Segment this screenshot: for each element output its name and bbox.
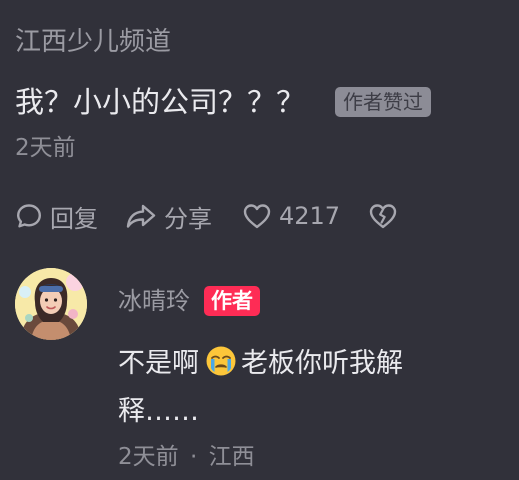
reply-text: 不是啊 老板你听我解释…… (118, 340, 473, 436)
comment-timestamp: 2天前 (15, 135, 76, 161)
speech-bubble-icon (15, 202, 43, 230)
author-badge: 作者 (204, 286, 260, 316)
dislike-button[interactable] (368, 202, 398, 230)
share-label: 分享 (164, 204, 212, 233)
comment-actions: 回复 分享 4217 (15, 196, 398, 236)
crying-face-icon (205, 345, 237, 377)
reply-avatar[interactable] (15, 268, 87, 340)
broken-heart-icon (368, 202, 398, 230)
comment-text: 我？小小的公司？？？ (15, 85, 306, 119)
reply-text-start: 不是啊 (118, 348, 199, 379)
share-arrow-icon (125, 202, 157, 230)
reply-meta: 2天前 · 江西 (118, 441, 255, 473)
reply-location: 江西 (208, 444, 255, 470)
author-liked-badge: 作者赞过 (335, 87, 432, 117)
comment-username[interactable]: 江西少儿频道 (15, 24, 171, 60)
like-count: 4217 (279, 202, 341, 230)
reply-button[interactable]: 回复 (15, 199, 98, 234)
reply-timestamp: 2天前 (118, 444, 179, 470)
user-avatar-icon (15, 268, 87, 340)
heart-icon (242, 202, 272, 230)
share-button[interactable]: 分享 (125, 199, 212, 234)
like-button[interactable]: 4217 (242, 202, 340, 230)
reply-header: 冰晴玲 作者 (118, 284, 260, 318)
reply-label: 回复 (50, 204, 98, 233)
reply-username[interactable]: 冰晴玲 (118, 284, 190, 318)
comment-body: 我？小小的公司？？？ 作者赞过 (15, 82, 432, 122)
meta-separator: · (189, 444, 198, 470)
